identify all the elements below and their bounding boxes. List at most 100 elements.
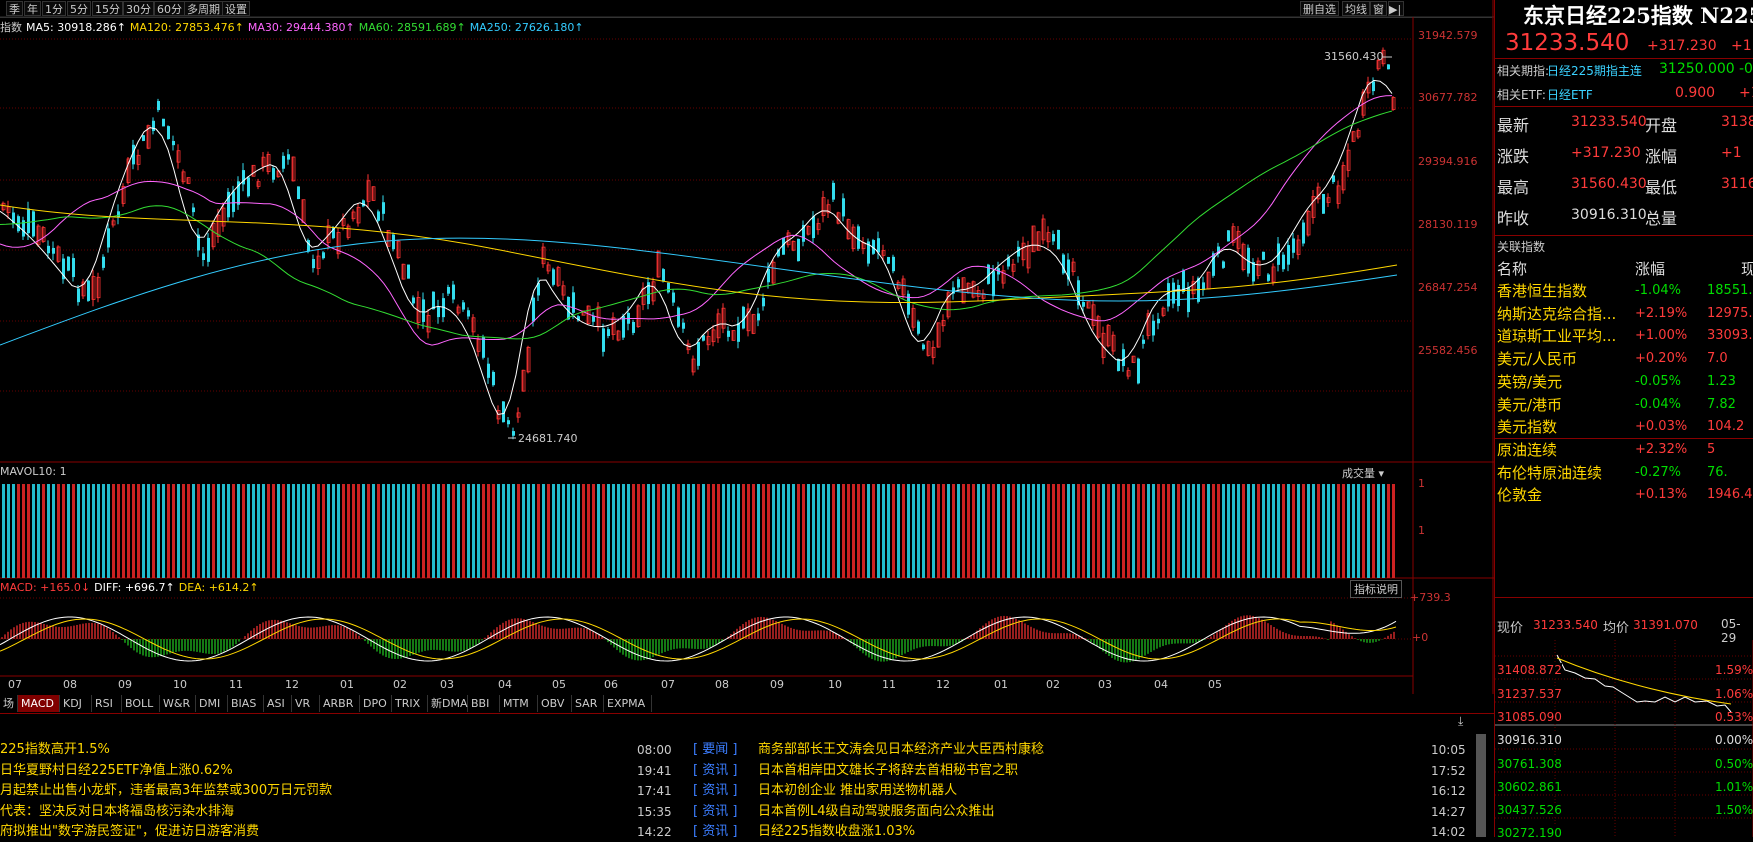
volume-dropdown-label: 成交量	[1342, 467, 1375, 480]
intraday-pct-level: 0.50%	[1715, 757, 1753, 771]
related-index-change: -0.05%	[1635, 373, 1681, 389]
indicator-tab[interactable]: W&R	[160, 695, 196, 712]
news-title[interactable]: 日本首相岸田文雄长子将辞去首相秘书官之职	[758, 761, 1018, 781]
indicator-tab[interactable]: BOLL	[122, 695, 160, 712]
indicator-tab[interactable]: BIAS	[228, 695, 264, 712]
news-item-left[interactable]: 月起禁止出售小龙虾，违者最高3年监禁或300万日元罚款	[0, 781, 332, 801]
date-tick-label: 12	[285, 678, 299, 691]
price-tick-label: 26847.254	[1418, 281, 1478, 294]
quote-label: 昨收	[1497, 209, 1530, 228]
news-time-right: 14:02	[1431, 825, 1466, 839]
quote-value: 31560.430	[1571, 176, 1647, 192]
high-annotation: 31560.430	[1324, 50, 1384, 63]
news-tag[interactable]: [ 资讯 ]	[693, 761, 737, 781]
price-change: +317.230	[1647, 38, 1717, 54]
volume-dropdown[interactable]: 成交量 ▾	[1342, 465, 1384, 481]
news-time-right: 10:05	[1431, 743, 1466, 757]
date-tick-label: 12	[936, 678, 950, 691]
macd-tick-top: +739.3	[1410, 591, 1451, 604]
news-tag[interactable]: [ 要闻 ]	[693, 740, 737, 760]
date-tick-label: 10	[173, 678, 187, 691]
indicator-tab[interactable]: DPO	[360, 695, 392, 712]
news-item-left[interactable]: 日华夏野村日经225ETF净值上涨0.62%	[0, 761, 233, 781]
indicator-tab[interactable]: MACD	[18, 695, 60, 712]
related-index-row[interactable]: 道琼斯工业平均... +1.00% 33093.	[1495, 325, 1753, 347]
intraday-pct-level: 0.53%	[1715, 710, 1753, 724]
news-item-left[interactable]: 225指数高开1.5%	[0, 740, 110, 760]
related-etf-link[interactable]: 日经ETF	[1547, 86, 1593, 103]
related-index-name: 纳斯达克综合指...	[1497, 304, 1617, 323]
related-index-name: 道琼斯工业平均...	[1497, 327, 1617, 346]
intraday-price-level: 30437.526	[1497, 803, 1562, 817]
quote-label: 最低	[1645, 178, 1678, 197]
macd-tick-zero: +0	[1412, 631, 1429, 644]
related-index-price: 33093.	[1707, 328, 1753, 344]
indicator-tab[interactable]: TRIX	[392, 695, 428, 712]
indicator-tab[interactable]: OBV	[538, 695, 572, 712]
news-title[interactable]: 商务部部长王文涛会见日本经济产业大臣西村康稔	[758, 740, 1044, 760]
indicator-tab[interactable]: 新DMA	[428, 695, 468, 712]
related-index-change: +2.19%	[1635, 305, 1688, 321]
volume-title: MAVOL10: 1	[0, 465, 67, 478]
news-tag[interactable]: [ 资讯 ]	[693, 802, 737, 822]
indicator-tab[interactable]: EXPMA	[604, 695, 652, 712]
news-item-left[interactable]: 代表：坚决反对日本将福岛核污染水排海	[0, 802, 234, 822]
indicator-tab[interactable]: 场	[0, 695, 18, 712]
indicator-tab[interactable]: RSI	[92, 695, 122, 712]
news-title[interactable]: 日本初创企业 推出家用送物机器人	[758, 781, 957, 801]
news-item-left[interactable]: 府拟推出"数字游民签证"，促进访日游客消费	[0, 822, 259, 842]
indicator-tab[interactable]: ASI	[264, 695, 292, 712]
related-col-price: 现	[1741, 260, 1753, 278]
related-index-row[interactable]: 纳斯达克综合指... +2.19% 12975.	[1495, 303, 1753, 325]
news-tag[interactable]: [ 资讯 ]	[693, 822, 737, 842]
date-tick-label: 09	[770, 678, 784, 691]
related-index-change: +0.03%	[1635, 419, 1688, 435]
related-index-change: +0.20%	[1635, 351, 1688, 367]
intraday-price-level: 31408.872	[1497, 663, 1562, 677]
news-scrollbar[interactable]	[1476, 734, 1486, 837]
indicator-tab[interactable]: MTM	[500, 695, 538, 712]
indicator-tab[interactable]: ARBR	[320, 695, 360, 712]
news-time: 15:35	[637, 804, 672, 819]
indicator-tab[interactable]: KDJ	[60, 695, 92, 712]
related-index-change: -0.27%	[1635, 464, 1681, 480]
related-index-row[interactable]: 香港恒生指数 -1.04% 18551.	[1495, 280, 1753, 302]
related-index-row[interactable]: 原油连续 +2.32% 5	[1495, 439, 1753, 461]
date-tick-label: 08	[63, 678, 77, 691]
intraday-price-level: 31237.537	[1497, 687, 1562, 701]
related-index-row[interactable]: 美元/人民币 +0.20% 7.0	[1495, 348, 1753, 370]
related-indices-header: 关联指数	[1497, 240, 1546, 254]
date-tick-label: 05	[552, 678, 566, 691]
related-index-name: 美元/港币	[1497, 395, 1563, 414]
news-tag[interactable]: [ 资讯 ]	[693, 781, 737, 801]
news-title[interactable]: 日经225指数收盘涨1.03%	[758, 822, 915, 842]
indicator-tab[interactable]: BBI	[468, 695, 500, 712]
indicator-tab[interactable]: DMI	[196, 695, 228, 712]
download-icon[interactable]: ⤓	[1458, 714, 1463, 729]
quote-label: 最高	[1497, 178, 1530, 197]
news-time: 08:00	[637, 743, 672, 757]
news-time-right: 17:52	[1431, 763, 1466, 778]
quote-panel: 东京日经225指数 N225 31233.540 +317.230 +1. 相关…	[1494, 0, 1753, 840]
related-futures-link[interactable]: 日经225期指主连	[1547, 62, 1642, 79]
news-time-right: 14:27	[1431, 804, 1466, 819]
intraday-avg-value: 31391.070	[1633, 618, 1698, 632]
related-index-row[interactable]: 布伦特原油连续 -0.27% 76.	[1495, 462, 1753, 484]
macd-legend-item: MACD: +165.0↓	[0, 581, 91, 594]
price-tick-label: 25582.456	[1418, 344, 1478, 357]
indicator-tab[interactable]: SAR	[572, 695, 604, 712]
intraday-pct-level: 1.01%	[1715, 780, 1753, 794]
price-change-pct: +1.	[1731, 38, 1753, 54]
related-index-row[interactable]: 英镑/美元 -0.05% 1.23	[1495, 371, 1753, 393]
news-title[interactable]: 日本首例L4级自动驾驶服务面向公众推出	[758, 802, 995, 822]
news-time: 14:22	[637, 825, 672, 839]
intraday-price-level: 30916.310	[1497, 733, 1562, 747]
related-index-row[interactable]: 美元指数 +0.03% 104.2	[1495, 416, 1753, 438]
date-tick-label: 11	[882, 678, 896, 691]
related-index-row[interactable]: 伦敦金 +0.13% 1946.4	[1495, 484, 1753, 506]
related-index-name: 美元指数	[1497, 418, 1558, 437]
related-index-change: -0.04%	[1635, 396, 1681, 412]
related-index-row[interactable]: 美元/港币 -0.04% 7.82	[1495, 394, 1753, 416]
indicator-tab[interactable]: VR	[292, 695, 320, 712]
indicator-help-button[interactable]: 指标说明	[1350, 580, 1402, 598]
